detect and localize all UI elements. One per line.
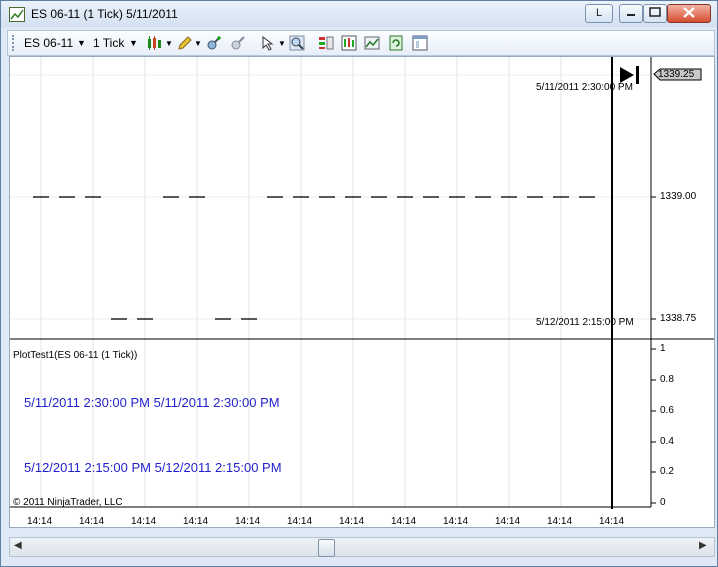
time-label: 14:14	[391, 516, 417, 527]
time-label: 14:14	[547, 516, 573, 527]
time-label: 14:14	[183, 516, 209, 527]
time-label: 14:14	[235, 516, 261, 527]
data-box-icon[interactable]	[318, 35, 334, 51]
price-label-1339: 1339.00	[660, 191, 697, 202]
pencil-draw-icon[interactable]	[176, 35, 192, 51]
vertical-gridlines	[40, 57, 562, 507]
chart-canvas	[10, 57, 714, 509]
indicator-axis-label: 0.8	[660, 374, 674, 385]
indicator-axis-label: 0	[660, 497, 666, 508]
draw-dropdown-icon[interactable]: ▼	[194, 39, 202, 48]
indicator-name: PlotTest1(ES 06-11 (1 Tick))	[13, 350, 138, 361]
time-label: 14:14	[495, 516, 521, 527]
indicator-axis-label: 1	[660, 343, 666, 354]
scroll-right-icon[interactable]: ▶	[699, 540, 707, 551]
indicator-axis-label: 0.6	[660, 405, 674, 416]
instrument-dropdown-icon[interactable]: ▼	[77, 38, 86, 48]
window-title: ES 06-11 (1 Tick) 5/11/2011	[31, 7, 178, 21]
axis-ticks	[651, 196, 656, 504]
strategies-icon[interactable]	[364, 35, 380, 51]
refresh-icon[interactable]	[388, 35, 404, 51]
cursor-icon[interactable]	[260, 35, 276, 51]
chart-app-icon	[9, 7, 25, 22]
lower-time-label: 5/12/2011 2:15:00 PM	[536, 317, 634, 328]
upper-time-label: 5/11/2011 2:30:00 PM	[536, 82, 633, 93]
chart-area[interactable]: 1339.25 1339.00 1338.75 1 0.8 0.6 0.4 0.…	[9, 56, 715, 528]
magnifier-icon[interactable]	[289, 35, 305, 51]
time-label: 14:14	[131, 516, 157, 527]
link-button[interactable]: L	[585, 4, 613, 23]
current-price-label: 1339.25	[658, 69, 695, 80]
maximize-button[interactable]	[643, 4, 667, 23]
minimize-button[interactable]	[619, 4, 643, 23]
cursor-dropdown-icon[interactable]: ▼	[278, 39, 286, 48]
close-button[interactable]	[667, 4, 711, 23]
indicator-text-line1: 5/11/2011 2:30:00 PM 5/11/2011 2:30:00 P…	[24, 395, 280, 410]
candlestick-style-icon[interactable]	[146, 35, 162, 51]
scrollbar-thumb[interactable]	[318, 539, 335, 557]
interval-dropdown-icon[interactable]: ▼	[129, 38, 138, 48]
time-label: 14:14	[79, 516, 105, 527]
time-label: 14:14	[443, 516, 469, 527]
zoom-out-icon[interactable]	[230, 35, 246, 51]
properties-icon[interactable]	[412, 35, 428, 51]
price-label-1338-75: 1338.75	[660, 313, 697, 324]
title-bar[interactable]: ES 06-11 (1 Tick) 5/11/2011 L	[1, 1, 717, 27]
time-label: 14:14	[339, 516, 365, 527]
interval-selector[interactable]: 1 Tick	[93, 36, 124, 50]
indicators-icon[interactable]	[341, 35, 357, 51]
chart-window: ES 06-11 (1 Tick) 5/11/2011 L ES 06-11 ▼…	[0, 0, 718, 567]
chart-toolbar: ES 06-11 ▼ 1 Tick ▼ ▼ ▼ ▼	[7, 30, 715, 56]
instrument-selector[interactable]: ES 06-11	[24, 36, 73, 50]
indicator-axis-label: 0.4	[660, 436, 674, 447]
toolbar-grip[interactable]	[12, 35, 17, 51]
indicator-axis-label: 0.2	[660, 466, 674, 477]
time-label: 14:14	[27, 516, 53, 527]
scroll-left-icon[interactable]: ◀	[14, 540, 22, 551]
style-dropdown-icon[interactable]: ▼	[165, 39, 173, 48]
indicator-text-line2: 5/12/2011 2:15:00 PM 5/12/2011 2:15:00 P…	[24, 460, 282, 475]
copyright-text: © 2011 NinjaTrader, LLC	[13, 497, 123, 508]
time-label: 14:14	[599, 516, 625, 527]
time-label: 14:14	[287, 516, 313, 527]
horizontal-scrollbar[interactable]: ◀ ▶	[9, 537, 715, 557]
zoom-in-icon[interactable]	[206, 35, 222, 51]
